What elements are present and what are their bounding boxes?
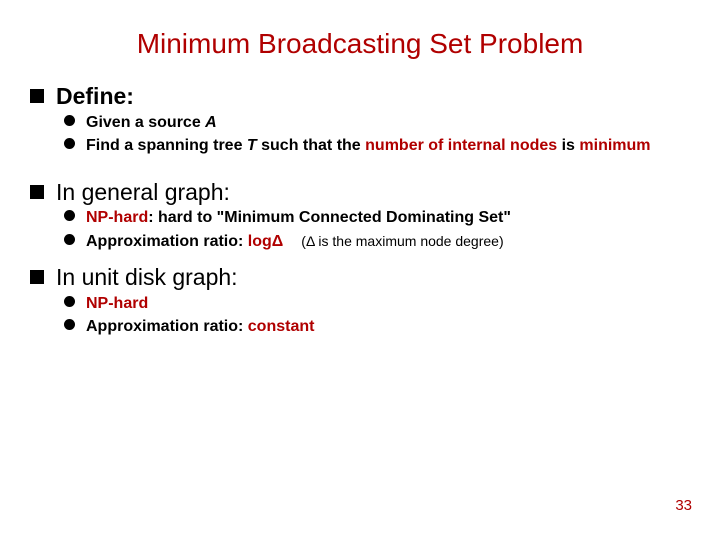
udg-np: NP-hard bbox=[86, 295, 148, 312]
section-define-heading: Define: bbox=[30, 82, 690, 111]
slide: Minimum Broadcasting Set Problem Define:… bbox=[0, 0, 720, 540]
udg-list: NP-hard Approximation ratio: constant bbox=[30, 293, 690, 339]
section-define-text: Define: bbox=[56, 83, 134, 109]
general-approx: Approximation ratio: logΔ (Δ is the maxim… bbox=[64, 231, 690, 253]
general-np-pre: NP-hard bbox=[86, 209, 148, 226]
define-span-mid: such that the bbox=[257, 137, 365, 154]
general-ar-note: (Δ is the maximum node degree) bbox=[301, 233, 503, 249]
section-general-heading: In general graph: bbox=[30, 178, 690, 207]
define-source: Given a source A bbox=[64, 112, 690, 134]
udg-ar-value: constant bbox=[248, 318, 315, 335]
define-list: Given a source A Find a spanning tree T … bbox=[30, 112, 690, 158]
section-udg-text: In unit disk graph: bbox=[56, 264, 238, 290]
udg-approx: Approximation ratio: constant bbox=[64, 316, 690, 338]
define-span-red1: number of internal nodes bbox=[365, 137, 557, 154]
slide-title: Minimum Broadcasting Set Problem bbox=[30, 28, 690, 60]
general-ar-label: Approximation ratio: bbox=[86, 233, 248, 250]
general-list: NP-hard: hard to "Minimum Connected Domi… bbox=[30, 207, 690, 253]
general-nphard: NP-hard: hard to "Minimum Connected Domi… bbox=[64, 207, 690, 229]
general-ar-value: logΔ bbox=[248, 233, 284, 250]
section-general-text: In general graph: bbox=[56, 179, 230, 205]
page-number: 33 bbox=[675, 497, 692, 514]
define-spanning: Find a spanning tree T such that the num… bbox=[64, 135, 690, 157]
udg-nphard: NP-hard bbox=[64, 293, 690, 315]
define-span-red2: minimum bbox=[579, 137, 650, 154]
udg-ar-label: Approximation ratio: bbox=[86, 318, 248, 335]
section-udg-heading: In unit disk graph: bbox=[30, 263, 690, 292]
general-np-post: : hard to "Minimum Connected Dominating … bbox=[148, 209, 511, 226]
define-span-pre: Find a spanning tree bbox=[86, 137, 247, 154]
define-source-pre: Given a source bbox=[86, 114, 205, 131]
define-span-post1: is bbox=[557, 137, 579, 154]
define-span-var: T bbox=[247, 137, 257, 154]
define-source-var: A bbox=[205, 114, 217, 131]
